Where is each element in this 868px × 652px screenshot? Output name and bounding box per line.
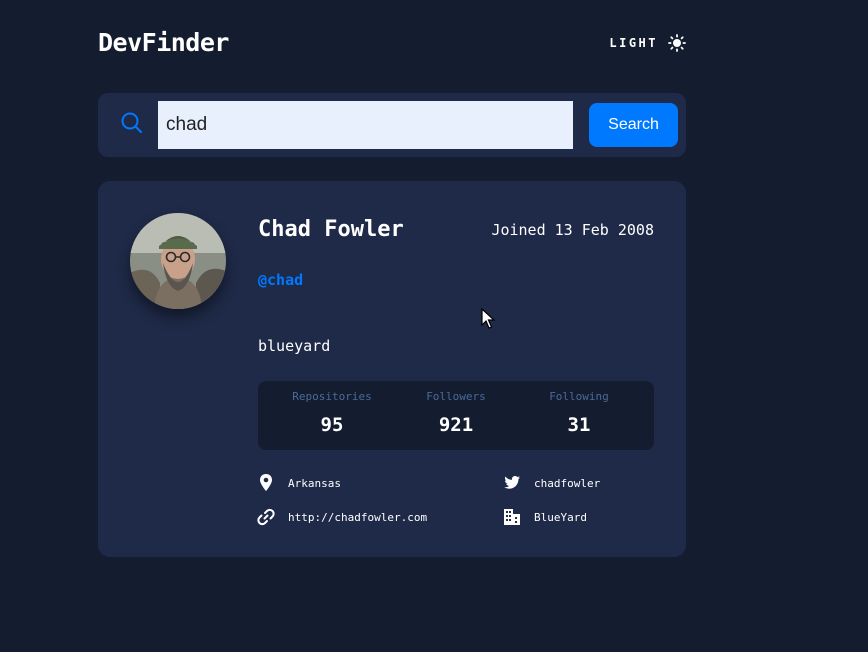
profile-card: Chad Fowler Joined 13 Feb 2008 @chad blu… [98,181,686,557]
app-title: DevFinder [98,28,229,57]
search-button[interactable]: Search [589,103,678,147]
theme-toggle-label: LIGHT [609,36,658,50]
stat-following: Following 31 [513,381,645,450]
mouse-cursor-icon [481,308,495,329]
stat-repositories: Repositories 95 [266,381,398,450]
company-text: BlueYard [534,510,587,524]
blog-link[interactable]: http://chadfowler.com [288,511,427,524]
search-bar: Search [98,93,686,157]
search-icon [121,112,142,133]
profile-name: Chad Fowler [258,217,404,242]
stat-value: 95 [320,414,344,436]
twitter-icon [504,476,520,489]
stats-panel: Repositories 95 Followers 921 Following … [258,381,654,450]
theme-toggle[interactable]: LIGHT [609,34,686,52]
location-item: Arkansas [256,473,341,493]
company-item: BlueYard [502,507,587,527]
stat-followers: Followers 921 [390,381,522,450]
joined-date: Joined 13 Feb 2008 [491,221,654,239]
header: DevFinder LIGHT [98,28,686,62]
avatar-image [130,213,226,309]
profile-login-link[interactable]: @chad [258,271,303,289]
twitter-text: chadfowler [534,476,601,490]
sun-icon [668,34,686,52]
avatar [130,213,226,309]
link-icon [257,508,275,526]
location-text: Arkansas [288,476,341,490]
stat-label: Followers [426,390,486,403]
stat-value: 921 [438,414,474,436]
stat-label: Repositories [292,390,372,403]
location-pin-icon [260,474,272,491]
search-input[interactable] [158,101,573,149]
twitter-item[interactable]: chadfowler [502,473,600,493]
company-building-icon [504,509,520,525]
blog-item[interactable]: http://chadfowler.com [256,507,427,527]
profile-bio: blueyard [258,337,331,355]
stat-label: Following [549,390,609,403]
stat-value: 31 [567,414,591,436]
